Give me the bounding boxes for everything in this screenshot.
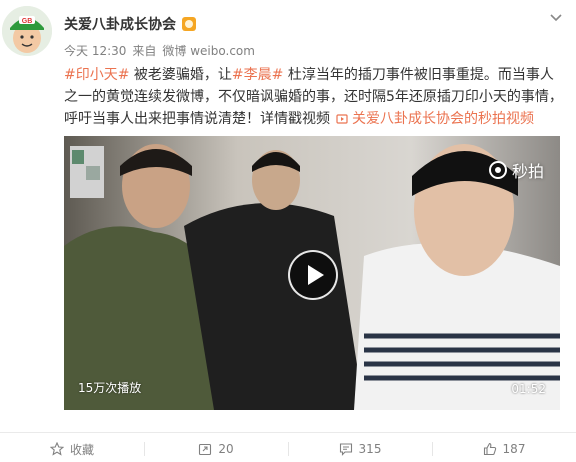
comment-button[interactable]: 315 — [288, 436, 432, 462]
comment-icon — [339, 443, 352, 456]
play-icon[interactable] — [288, 250, 338, 300]
video-link[interactable]: 关爱八卦成长协会的秒拍视频 — [336, 111, 534, 127]
star-icon — [49, 442, 64, 456]
video-link-label: 关爱八卦成长协会的秒拍视频 — [352, 111, 534, 127]
favorite-label: 收藏 — [69, 442, 94, 457]
video-link-icon — [336, 114, 348, 124]
repost-button[interactable]: 20 — [144, 436, 288, 462]
view-count: 15万次播放 — [78, 381, 142, 395]
action-bar: 收藏 20 315 187 — [0, 436, 576, 462]
miaopai-logo-icon — [488, 161, 507, 179]
post-time[interactable]: 今天 12:30 — [64, 42, 126, 59]
divider — [0, 432, 576, 433]
source-prefix: 来自 — [132, 44, 157, 58]
topic-link-yinxiaotian[interactable]: #印小天# — [64, 67, 129, 83]
repost-count: 20 — [218, 442, 234, 456]
author-name[interactable]: 关爱八卦成长协会 — [64, 14, 176, 34]
topic-link-lichen[interactable]: #李晨# — [232, 67, 283, 83]
post-text-part-1: 被老婆骗婚，让 — [129, 67, 232, 83]
svg-text:GB: GB — [22, 18, 33, 25]
thumbs-up-icon — [483, 442, 496, 456]
favorite-button[interactable]: 收藏 — [0, 436, 144, 462]
like-count: 187 — [502, 442, 526, 456]
post-source[interactable]: 微博 weibo.com — [162, 42, 255, 59]
miaopai-watermark: 秒拍 — [488, 158, 544, 182]
avatar[interactable]: GB — [2, 6, 52, 56]
post-text: #印小天# 被老婆骗婚，让#李晨# 杜淳当年的插刀事件被旧事重提。而当事人之一的… — [64, 64, 564, 130]
chevron-down-icon[interactable] — [548, 10, 564, 26]
avatar-image: GB — [2, 6, 52, 56]
author-name-row: 关爱八卦成长协会 — [64, 14, 196, 34]
post-meta: 今天 12:30 来自 微博 weibo.com — [64, 42, 255, 59]
video-player[interactable]: 秒拍 15万次播放 01:52 — [64, 136, 560, 410]
member-badge-icon[interactable] — [182, 17, 196, 31]
comment-count: 315 — [358, 442, 382, 456]
video-duration: 01:52 — [511, 382, 546, 396]
repost-icon — [199, 443, 212, 456]
miaopai-label: 秒拍 — [511, 162, 544, 181]
like-button[interactable]: 187 — [432, 436, 576, 462]
